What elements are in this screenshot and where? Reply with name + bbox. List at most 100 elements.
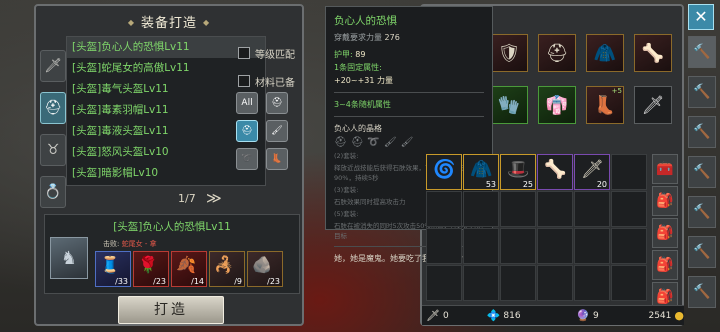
materials-ready-checkbox[interactable] [238, 75, 250, 87]
bag-tab[interactable]: 🎒 [652, 186, 678, 216]
kill-requirement: 击败: 蛇尾女 - 拿 [103, 239, 157, 249]
next-page-button[interactable]: ≫ [206, 189, 222, 207]
inventory-slot[interactable]: 🗡 20 [574, 154, 610, 190]
sword-icon: 🗡 [44, 58, 62, 74]
material-slot[interactable]: 🌹 /23 [133, 251, 169, 287]
bag-tabs: 🧰 🎒 🎒 🎒 🎒 [652, 154, 678, 314]
tab-ring[interactable]: 💍 [40, 176, 66, 208]
equip-slot[interactable]: 🧤 [490, 86, 528, 124]
inventory-slot[interactable] [574, 191, 610, 227]
inventory-slot[interactable] [611, 228, 647, 264]
filter-boots-button[interactable]: 👢 [266, 148, 288, 170]
repair-side-button[interactable]: 🔨 [688, 156, 716, 188]
inventory-slot[interactable] [426, 191, 462, 227]
forge-button[interactable]: 打造 [118, 296, 224, 324]
material-slot[interactable]: 🦂 /9 [209, 251, 245, 287]
inventory-slot[interactable] [463, 228, 499, 264]
page-indicator: 1/7 [178, 192, 196, 205]
bag-tab[interactable]: 🎒 [652, 250, 678, 280]
level-match-checkbox[interactable] [238, 47, 250, 59]
material-count: /14 [191, 277, 204, 286]
recipe-item[interactable]: [头盔]负心人的恐惧Lv11 [67, 37, 265, 58]
boots-icon: 👢 [271, 154, 283, 164]
chest-icon: 🧥 [593, 42, 617, 64]
bag-tab[interactable]: 🎒 [652, 218, 678, 248]
inventory-slot[interactable]: 🎩 25 [500, 154, 536, 190]
forge-side-button[interactable]: 🔨 [688, 36, 716, 68]
equip-slot[interactable]: 👘 [538, 86, 576, 124]
helmet-icon: ⛑ [241, 126, 253, 136]
selected-recipe-title: [头盔]负心人的恐惧Lv11 [113, 221, 231, 233]
gem-currency-value: 816 [503, 310, 521, 321]
gold-currency-value: 2541 [648, 310, 672, 321]
inventory-slot[interactable] [537, 265, 573, 301]
dagger-icon: 🗡 [581, 159, 604, 180]
craft-side-button[interactable]: 🔨 [688, 276, 716, 308]
inventory-slot[interactable] [574, 265, 610, 301]
ore-icon: 🪨 [252, 255, 272, 274]
equip-slot[interactable]: 🛡 [490, 34, 528, 72]
tab-helmet[interactable]: ⛑ [40, 92, 66, 124]
close-button[interactable]: ✕ [688, 4, 714, 30]
salvage-side-button[interactable]: 🔨 [688, 196, 716, 228]
material-slot[interactable]: 🧵 /33 [95, 251, 131, 287]
material-slot[interactable]: 🍂 /14 [171, 251, 207, 287]
material-count: /23 [153, 277, 166, 286]
equip-slot[interactable]: 🧥 [586, 34, 624, 72]
material-slot[interactable]: 🪨 /23 [247, 251, 283, 287]
selected-recipe-panel: [头盔]负心人的恐惧Lv11 ♞ 击败: 蛇尾女 - 拿 🧵 /33 🌹 /23… [44, 214, 300, 294]
filter-belt-button[interactable]: ➰ [236, 148, 258, 170]
glove-icon: 🧤 [497, 94, 521, 116]
inventory-grid: 🌀 🧥 53 🎩 25 🦴 🗡 20 [426, 154, 648, 304]
backpack-icon: 🎒 [656, 257, 674, 273]
inventory-slot[interactable] [500, 228, 536, 264]
inventory-slot[interactable] [426, 265, 462, 301]
hammer-icon: 🔨 [693, 164, 711, 180]
upgrade-side-button[interactable]: 🔨 [688, 76, 716, 108]
inventory-slot[interactable]: 🌀 [426, 154, 462, 190]
inventory-slot[interactable] [537, 191, 573, 227]
hat-icon: ⛑ [271, 98, 283, 108]
materials-ready-label: 材料已备 [255, 77, 295, 89]
weapon-slot[interactable]: 🗡 [634, 86, 672, 124]
gold-coin-icon: ● [674, 309, 684, 322]
filter-all-button[interactable]: All [236, 92, 258, 114]
filter-options: 等级匹配 材料已备 [238, 42, 318, 98]
filter-helmet-button[interactable]: ⛑ [236, 120, 258, 142]
inventory-slot[interactable]: 🦴 [537, 154, 573, 190]
socket-side-button[interactable]: 🔨 [688, 236, 716, 268]
plus-badge: +5 [611, 87, 622, 95]
filter-hat-button[interactable]: ⛑ [266, 92, 288, 114]
inventory-slot[interactable] [426, 228, 462, 264]
inventory-slot[interactable] [611, 191, 647, 227]
set-name: 负心人的晶格 [334, 124, 382, 133]
forge-title: 装备打造 [36, 12, 302, 31]
inventory-slot[interactable] [463, 265, 499, 301]
equip-slot[interactable]: ⛑ [538, 34, 576, 72]
materials-ready-filter[interactable]: 材料已备 [238, 70, 318, 92]
inventory-slot[interactable] [500, 265, 536, 301]
equip-slot[interactable]: 🦴 [634, 34, 672, 72]
inventory-slot[interactable] [537, 228, 573, 264]
enchant-side-button[interactable]: 🔨 [688, 116, 716, 148]
sword-icon: 🗡 [426, 309, 440, 322]
inventory-slot[interactable] [611, 265, 647, 301]
inventory-slot[interactable] [463, 191, 499, 227]
gem-currency: 💠 816 [487, 309, 537, 322]
hammer-icon: 🔨 [693, 124, 711, 140]
inventory-slot[interactable]: 🧥 53 [463, 154, 499, 190]
hammer-icon: 🔨 [693, 44, 711, 60]
filter-brush-button[interactable]: 🖌 [266, 120, 288, 142]
tooltip-divider [334, 116, 484, 117]
chest-icon: 🧰 [656, 161, 674, 177]
equip-slot[interactable]: 👢 +5 [586, 86, 624, 124]
recipe-item[interactable]: [头盔]蛇尾女的高傲Lv11 [67, 58, 265, 79]
tab-weapon[interactable]: 🗡 [40, 50, 66, 82]
inventory-slot[interactable] [500, 191, 536, 227]
level-match-filter[interactable]: 等级匹配 [238, 42, 318, 64]
inventory-slot[interactable] [611, 154, 647, 190]
robe-icon: 👘 [545, 94, 569, 116]
inventory-slot[interactable] [574, 228, 610, 264]
tab-necklace[interactable]: ♉ [40, 134, 66, 166]
bag-tab[interactable]: 🧰 [652, 154, 678, 184]
